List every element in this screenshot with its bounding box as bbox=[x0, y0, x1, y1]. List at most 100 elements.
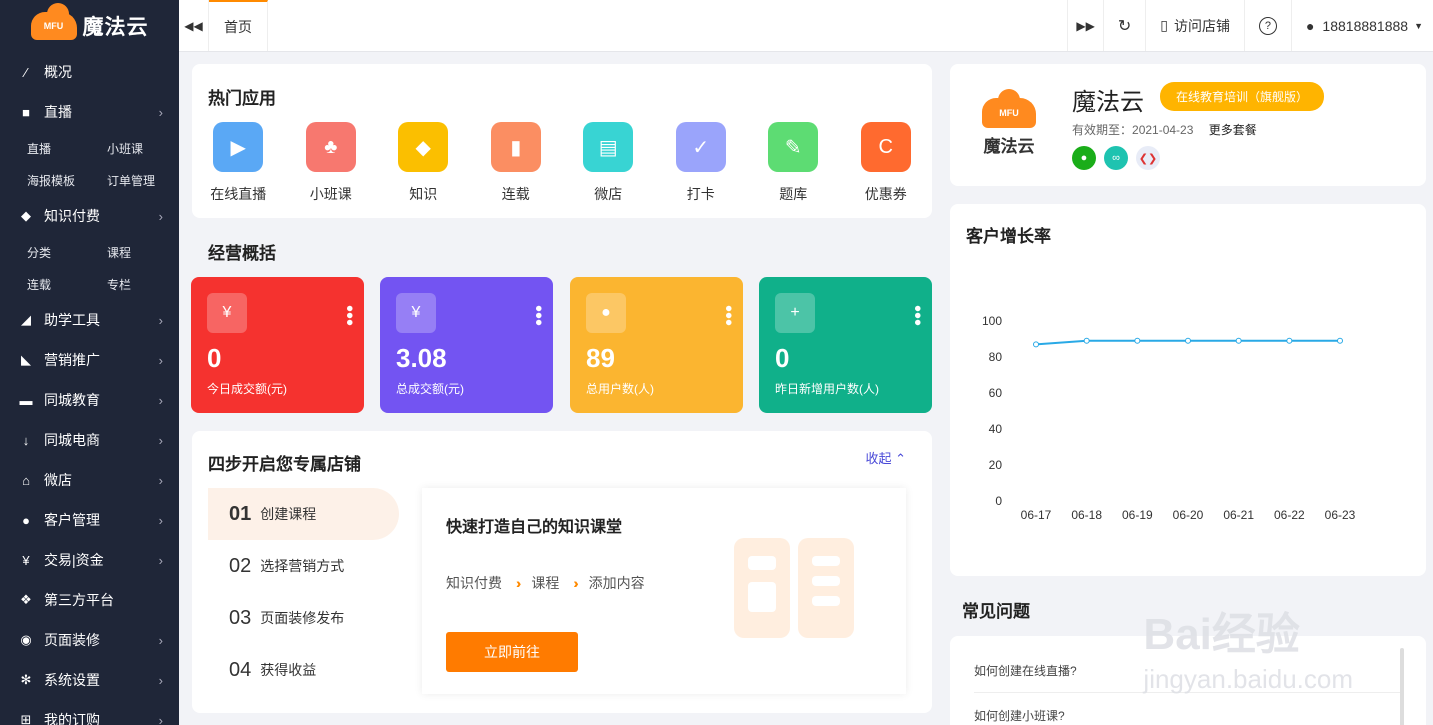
data-point[interactable] bbox=[1185, 337, 1191, 344]
step-1[interactable]: 01 创建课程 bbox=[208, 488, 399, 540]
app-label: 打卡 bbox=[686, 186, 715, 202]
more-vertical-icon[interactable]: ••• bbox=[906, 305, 928, 326]
chevron-right-icon: › bbox=[158, 208, 163, 224]
sidebar-subitem[interactable]: 连载 bbox=[0, 276, 80, 293]
sidebar-subitem[interactable]: 直播 bbox=[0, 140, 80, 157]
mobile-icon: ▯ bbox=[1160, 17, 1168, 33]
stat-value: 0 bbox=[775, 343, 790, 373]
app-1[interactable]: ♣ 小班课 bbox=[285, 122, 378, 204]
app-link-icon[interactable]: ❮❯ bbox=[1136, 146, 1160, 170]
watermark-url: jingyan.baidu.com bbox=[1143, 664, 1353, 694]
app-2[interactable]: ◆ 知识 bbox=[377, 122, 470, 204]
app-7[interactable]: C 优惠券 bbox=[840, 122, 933, 204]
sidebar-item-12[interactable]: ✻ 系统设置 › bbox=[0, 660, 179, 700]
y-tick-label: 0 bbox=[995, 494, 1002, 508]
data-point[interactable] bbox=[1134, 337, 1141, 344]
sidebar-item-1[interactable]: ■ 直播 › bbox=[0, 92, 179, 132]
scroll-right-button[interactable]: ▶▶ bbox=[1067, 0, 1102, 51]
more-vertical-icon[interactable]: ••• bbox=[527, 305, 549, 326]
app-3[interactable]: ▮ 连载 bbox=[470, 122, 563, 204]
go-now-button[interactable]: 立即前往 bbox=[446, 632, 578, 672]
sidebar-subitem[interactable]: 海报模板 bbox=[0, 172, 80, 189]
tab-home[interactable]: 首页 bbox=[209, 0, 268, 51]
step-4[interactable]: 04 获得收益 bbox=[208, 644, 399, 696]
sidebar-subrow: 海报模板 订单管理 bbox=[0, 164, 179, 196]
live-camera-icon: ▶ bbox=[213, 122, 264, 172]
sidebar-item-13[interactable]: ⊞ 我的订购 › bbox=[0, 700, 179, 725]
shop-icon: ▤ bbox=[583, 122, 634, 172]
sidebar-nav: ⁄ 概况 ■ 直播 › 直播 小班课 海报模板 订单管理 ◆ 知识付费 › 分类 课程 连载 专栏 ◢ 助学工具 ›… bbox=[0, 52, 179, 725]
refresh-button[interactable]: ↻ bbox=[1102, 0, 1145, 51]
book-illustration-icon bbox=[730, 534, 858, 646]
step-2[interactable]: 02 选择营销方式 bbox=[208, 540, 399, 592]
sidebar-subitem[interactable]: 课程 bbox=[80, 244, 160, 261]
sidebar-item-11[interactable]: ◉ 页面装修 › bbox=[0, 620, 179, 660]
data-point[interactable] bbox=[1286, 337, 1293, 344]
user-icon: ● bbox=[586, 293, 626, 333]
growth-chart-card: 客户增长率 0 20 40 60 80 100 06-17 06-18 06-19 06-20 06… bbox=[950, 204, 1426, 576]
gear-icon: ✻ bbox=[20, 672, 32, 687]
watermark-brand: Bai经验 bbox=[1143, 610, 1300, 659]
sidebar-item-10[interactable]: ❖ 第三方平台 bbox=[0, 580, 179, 620]
more-vertical-icon[interactable]: ••• bbox=[717, 305, 739, 326]
sidebar-item-8[interactable]: ● 客户管理 › bbox=[0, 500, 179, 540]
chevron-right-icon: › bbox=[158, 672, 163, 688]
app-6[interactable]: ✎ 题库 bbox=[747, 122, 840, 204]
faq-scrollbar[interactable] bbox=[1400, 648, 1404, 725]
sidebar: MFU 魔法云 ⁄ 概况 ■ 直播 › 直播 小班课 海报模板 订单管理 ◆ 知识付费 › 分类 课程 连载… bbox=[0, 0, 179, 725]
hot-apps-list: ▶ 在线直播 ♣ 小班课 ◆ 知识 ▮ 连载 ▤ 微店 ✓ 打卡 ✎ 题库 C 优惠券 bbox=[192, 122, 932, 204]
baidu-watermark: Bai经验 jingyan.baidu.com bbox=[1143, 598, 1353, 695]
stat-label: 昨日新增用户数(人) bbox=[775, 382, 879, 396]
video-camera-icon: ■ bbox=[22, 104, 30, 120]
sidebar-item-4[interactable]: ◣ 营销推广 › bbox=[0, 340, 179, 380]
help-button[interactable]: ? bbox=[1243, 0, 1291, 51]
mini-program-icon[interactable]: ∞ bbox=[1104, 146, 1128, 170]
sidebar-item-7[interactable]: ⌂ 微店 › bbox=[0, 460, 179, 500]
sidebar-item-5[interactable]: ▬ 同城教育 › bbox=[0, 380, 179, 420]
graduation-cap-icon: ◆ bbox=[398, 122, 449, 172]
sidebar-subitem[interactable]: 小班课 bbox=[80, 140, 160, 157]
faq-title: 常见问题 bbox=[962, 602, 1030, 621]
data-point[interactable] bbox=[1083, 337, 1090, 344]
app-4[interactable]: ▤ 微店 bbox=[562, 122, 655, 204]
sidebar-subitem[interactable]: 分类 bbox=[0, 244, 80, 261]
step-label: 创建课程 bbox=[260, 506, 317, 522]
step-number: 01 bbox=[229, 502, 252, 525]
data-point[interactable] bbox=[1235, 337, 1242, 344]
data-point[interactable] bbox=[1337, 337, 1343, 344]
user-add-icon: + bbox=[775, 293, 815, 333]
more-vertical-icon[interactable]: ••• bbox=[338, 305, 360, 326]
chevron-right-icon: › bbox=[158, 512, 163, 528]
sidebar-logo[interactable]: MFU 魔法云 bbox=[0, 0, 179, 52]
sidebar-item-label: 助学工具 bbox=[44, 312, 100, 328]
bullhorn-icon: ◣ bbox=[21, 352, 31, 367]
sidebar-item-6[interactable]: ↓ 同城电商 › bbox=[0, 420, 179, 460]
steps-card: 四步开启您专属店铺 收起 ⌃ 01 创建课程 02 选择营销方式 03 页面装修发布 04 获… bbox=[192, 431, 932, 713]
more-plans-link[interactable]: 更多套餐 bbox=[1209, 123, 1257, 137]
collapse-link[interactable]: 收起 ⌃ bbox=[865, 448, 906, 467]
faq-item[interactable]: 如何创建小班课? bbox=[974, 693, 1402, 725]
app-0[interactable]: ▶ 在线直播 bbox=[192, 122, 285, 204]
data-point[interactable] bbox=[1033, 341, 1039, 348]
app-label: 知识 bbox=[409, 186, 438, 202]
flow-step: 添加内容 bbox=[588, 575, 645, 591]
user-menu[interactable]: ● 18818881888 ▼ bbox=[1290, 0, 1433, 51]
step-3[interactable]: 03 页面装修发布 bbox=[208, 592, 399, 644]
wechat-icon[interactable]: ● bbox=[1072, 146, 1096, 170]
visit-store-button[interactable]: ▯ 访问店铺 bbox=[1145, 0, 1244, 51]
scroll-left-button[interactable]: ◀◀ bbox=[179, 0, 209, 51]
sidebar-subitem[interactable]: 订单管理 bbox=[80, 172, 160, 189]
sidebar-item-3[interactable]: ◢ 助学工具 › bbox=[0, 300, 179, 340]
x-tick-label: 06-21 bbox=[1223, 508, 1254, 522]
money-bag-icon: ¥ bbox=[207, 293, 247, 333]
app-5[interactable]: ✓ 打卡 bbox=[655, 122, 748, 204]
sidebar-item-0[interactable]: ⁄ 概况 bbox=[0, 52, 179, 92]
sidebar-item-9[interactable]: ¥ 交易|资金 › bbox=[0, 540, 179, 580]
step-panel: 快速打造自己的知识课堂 知识付费 ›› 课程 ›› 添加内容 立即前往 bbox=[422, 488, 906, 694]
sidebar-item-2[interactable]: ◆ 知识付费 › bbox=[0, 196, 179, 236]
sidebar-item-label: 直播 bbox=[44, 104, 72, 120]
app-label: 微店 bbox=[594, 186, 623, 202]
chevron-right-icon: › bbox=[158, 552, 163, 568]
coupon-icon: C bbox=[860, 122, 911, 172]
sidebar-subitem[interactable]: 专栏 bbox=[80, 276, 160, 293]
